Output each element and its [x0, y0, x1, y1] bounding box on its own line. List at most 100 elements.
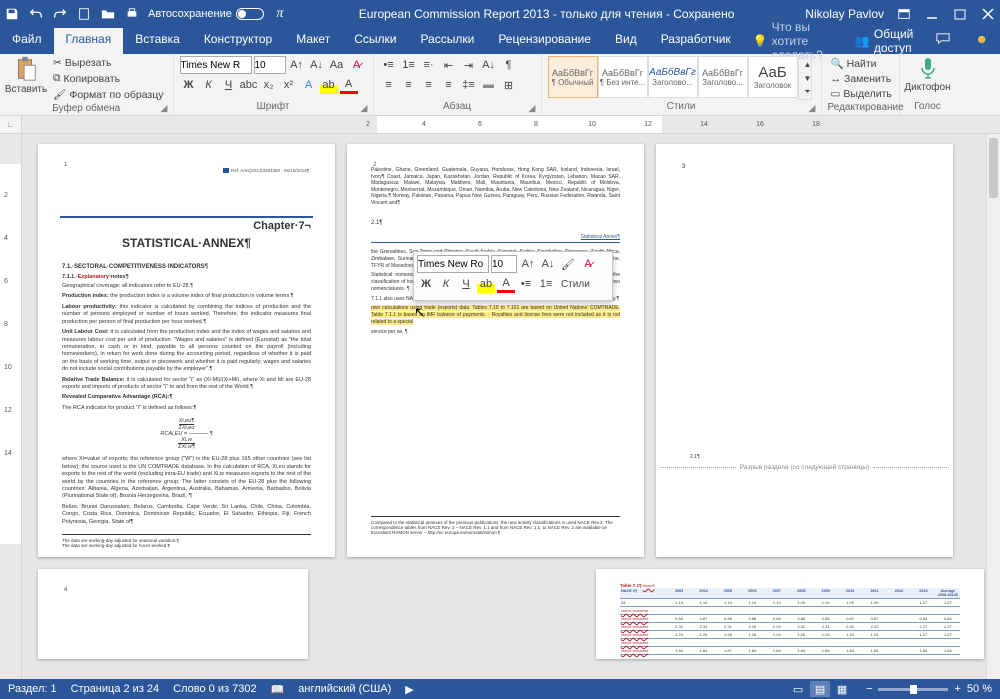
tab-mailings[interactable]: Рассылки — [408, 28, 486, 54]
shading-icon[interactable]: ▬ — [480, 76, 498, 94]
read-mode-icon[interactable]: ▭ — [788, 681, 808, 697]
inc-indent-icon[interactable]: ⇥ — [460, 56, 478, 74]
tab-view[interactable]: Вид — [603, 28, 649, 54]
ribbon-opts-icon[interactable] — [896, 6, 912, 22]
style-no-spacing[interactable]: АаБбВвГг¶ Без инте... — [598, 56, 648, 98]
page-4[interactable]: 4 — [38, 569, 308, 659]
comments-icon[interactable] — [923, 28, 963, 54]
mini-font-name[interactable] — [417, 255, 489, 273]
align-left-icon[interactable]: ≡ — [380, 76, 398, 94]
find-button[interactable]: 🔍Найти — [828, 56, 895, 71]
equation-icon[interactable]: π — [272, 6, 288, 22]
mini-grow-icon[interactable]: A↑ — [519, 255, 537, 273]
superscript-button[interactable]: x² — [280, 76, 298, 94]
clear-format-icon[interactable]: A̷ — [348, 56, 366, 74]
align-right-icon[interactable]: ≡ — [420, 76, 438, 94]
open-icon[interactable] — [100, 6, 116, 22]
style-heading[interactable]: АаБЗаголовок — [748, 56, 798, 98]
style-normal[interactable]: АаБбВвГг¶ Обычный — [548, 56, 598, 98]
share-button[interactable]: 👥Общий доступ — [845, 28, 923, 54]
tab-file[interactable]: Файл — [0, 28, 54, 54]
strike-button[interactable]: abc — [240, 76, 258, 94]
borders-icon[interactable]: ⊞ — [500, 76, 518, 94]
clipboard-launcher-icon[interactable]: ◢ — [161, 103, 171, 113]
highlight-icon[interactable]: ab — [320, 76, 338, 94]
status-words[interactable]: Слово 0 из 7302 — [173, 683, 256, 695]
multilevel-icon[interactable]: ≡· — [420, 56, 438, 74]
mini-highlight-icon[interactable]: ab — [477, 275, 495, 293]
grow-font-icon[interactable]: A↑ — [288, 56, 306, 74]
paste-button[interactable]: Вставить — [6, 56, 46, 95]
status-spell-icon[interactable]: 📖 — [271, 683, 285, 696]
toggle-switch-icon[interactable] — [236, 8, 264, 20]
mini-italic[interactable]: К — [437, 275, 455, 293]
page-5[interactable]: Table·7.1¶ Annex¶ NACE·2¶200320042005200… — [596, 569, 984, 659]
dec-indent-icon[interactable]: ⇤ — [440, 56, 458, 74]
ruler-vertical[interactable]: 2468101214 — [0, 134, 22, 679]
mini-numbering-icon[interactable]: 1≡ — [537, 275, 555, 293]
format-painter-button[interactable]: 🖌Формат по образцу — [50, 87, 167, 102]
bullets-icon[interactable]: •≡ — [380, 56, 398, 74]
status-section[interactable]: Раздел: 1 — [8, 683, 57, 695]
tab-review[interactable]: Рецензирование — [486, 28, 603, 54]
redo-icon[interactable] — [52, 6, 68, 22]
new-doc-icon[interactable] — [76, 6, 92, 22]
tab-insert[interactable]: Вставка — [123, 28, 192, 54]
mini-format-painter-icon[interactable]: 🖌 — [559, 255, 577, 273]
status-lang[interactable]: английский (США) — [298, 683, 391, 695]
justify-icon[interactable]: ≡ — [440, 76, 458, 94]
quick-print-icon[interactable] — [124, 6, 140, 22]
page-2[interactable]: 2 Palestine, Ghana, Greenland, Guatemala… — [347, 144, 644, 557]
styles-gallery[interactable]: АаБбВвГг¶ Обычный АаБбВвГг¶ Без инте... … — [548, 56, 812, 100]
tab-layout[interactable]: Макет — [284, 28, 342, 54]
mini-font-color-icon[interactable]: A — [497, 275, 515, 293]
vertical-scrollbar[interactable] — [986, 134, 1000, 679]
ruler-horizontal[interactable]: 24681012141618 — [22, 116, 1000, 133]
web-layout-icon[interactable]: ▦ — [832, 681, 852, 697]
mini-toolbar[interactable]: A↑ A↓ 🖌 A̷ Ж К Ч ab A •≡ 1≡ Стили — [413, 251, 613, 301]
mini-styles-button[interactable]: Стили — [557, 275, 594, 293]
styles-launcher-icon[interactable]: ◢ — [809, 103, 819, 113]
change-case-icon[interactable]: Aa — [328, 56, 346, 74]
bold-button[interactable]: Ж — [180, 76, 198, 94]
zoom-pct[interactable]: 50 % — [967, 683, 992, 695]
styles-down-icon[interactable]: ▼ — [799, 71, 817, 85]
font-launcher-icon[interactable]: ◢ — [361, 103, 371, 113]
sort-icon[interactable]: A↓ — [480, 56, 498, 74]
cut-button[interactable]: ✂Вырезать — [50, 56, 167, 70]
ruler-corner[interactable]: ∟ — [0, 116, 22, 133]
align-center-icon[interactable]: ≡ — [400, 76, 418, 94]
zoom-in-icon[interactable]: + — [954, 683, 960, 695]
copy-button[interactable]: ⧉Копировать — [50, 71, 167, 86]
page-1[interactable]: 1 Ref: Ares(2014)3284360 - 06/10/2014¶ C… — [38, 144, 335, 557]
tab-design[interactable]: Конструктор — [192, 28, 284, 54]
dictate-button[interactable]: Диктофон — [908, 56, 948, 93]
mini-underline[interactable]: Ч — [457, 275, 475, 293]
page-3[interactable]: 3 2.1¶ Разрыв раздела (со следующей стра… — [656, 144, 953, 557]
select-button[interactable]: ▭Выделить — [828, 87, 895, 101]
para-launcher-icon[interactable]: ◢ — [529, 103, 539, 113]
maximize-icon[interactable] — [952, 6, 968, 22]
mini-font-size[interactable] — [491, 255, 517, 273]
tab-home[interactable]: Главная — [54, 28, 124, 54]
zoom-out-icon[interactable]: − — [866, 683, 872, 695]
style-heading2[interactable]: АаБбВвГгЗаголово... — [698, 56, 748, 98]
font-color-icon[interactable]: A — [340, 76, 358, 94]
undo-icon[interactable] — [28, 6, 44, 22]
font-name-select[interactable] — [180, 56, 252, 74]
styles-up-icon[interactable]: ▲ — [799, 57, 817, 71]
shrink-font-icon[interactable]: A↓ — [308, 56, 326, 74]
italic-button[interactable]: К — [200, 76, 218, 94]
show-marks-icon[interactable]: ¶ — [500, 56, 518, 74]
tell-me-box[interactable]: 💡Что вы хотите сделать? — [743, 28, 845, 54]
mini-clear-icon[interactable]: A̷ — [579, 255, 597, 273]
mini-bold[interactable]: Ж — [417, 275, 435, 293]
status-macro-icon[interactable]: ▶ — [405, 683, 413, 696]
mini-bullets-icon[interactable]: •≡ — [517, 275, 535, 293]
close-icon[interactable] — [980, 6, 996, 22]
text-effects-icon[interactable]: A — [300, 76, 318, 94]
underline-button[interactable]: Ч — [220, 76, 238, 94]
zoom-slider[interactable]: − + 50 % — [866, 683, 992, 695]
save-icon[interactable] — [4, 6, 20, 22]
pages-scroll[interactable]: 1 Ref: Ares(2014)3284360 - 06/10/2014¶ C… — [22, 134, 1000, 679]
